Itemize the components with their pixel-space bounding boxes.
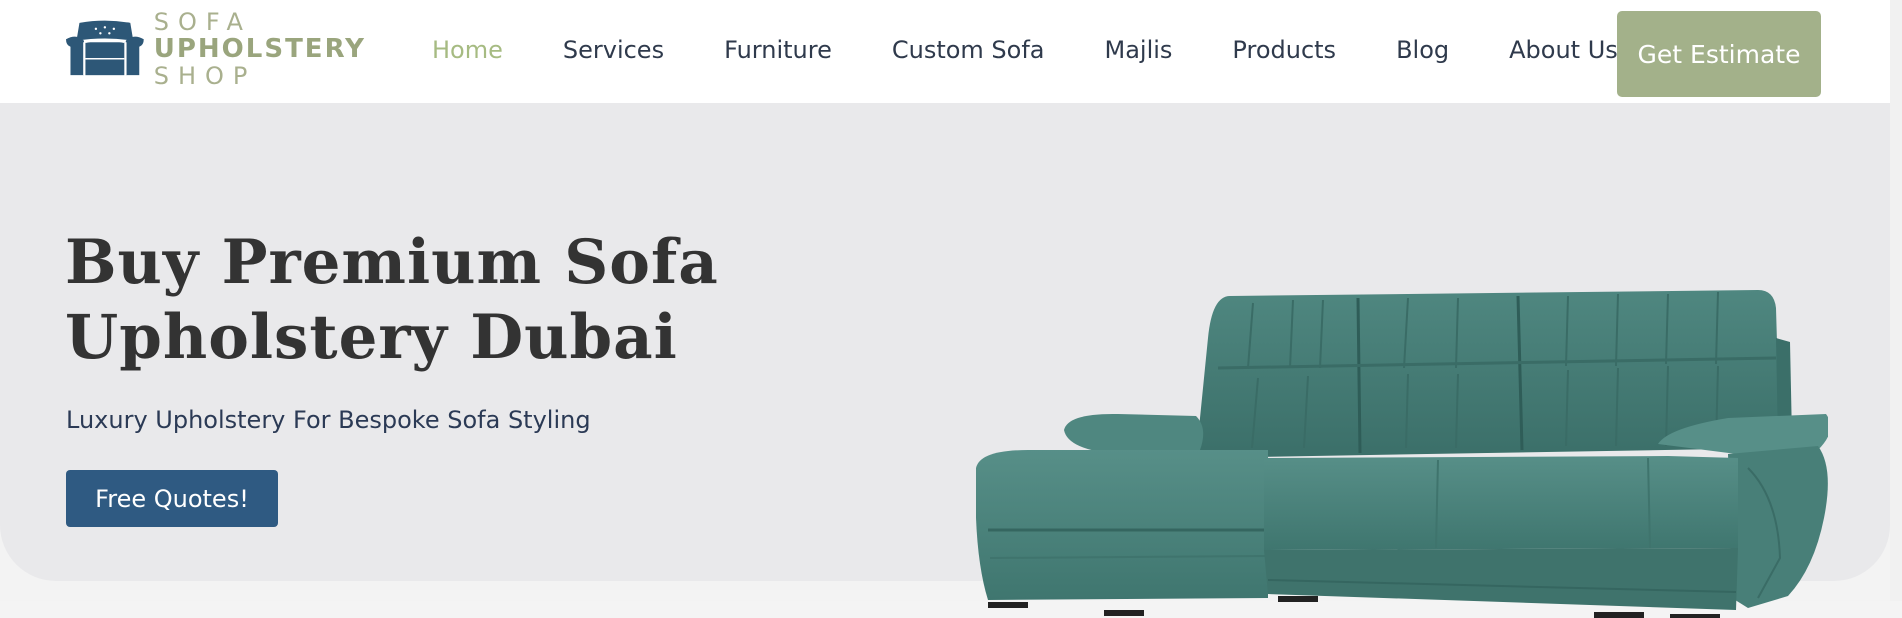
hero-subtitle: Luxury Upholstery For Bespoke Sofa Styli…	[66, 406, 591, 434]
page-scrollbar[interactable]	[1890, 0, 1902, 601]
armchair-icon	[66, 20, 144, 76]
hero-title-line-2: Upholstery Dubai	[65, 302, 678, 373]
get-estimate-button[interactable]: Get Estimate	[1617, 11, 1821, 97]
logo-text-upholstery: UPHOLSTERY	[153, 34, 366, 64]
hero-title: Buy Premium Sofa Upholstery Dubai	[65, 225, 765, 375]
sectional-sofa-image	[976, 290, 1828, 618]
nav-link-about-us[interactable]: About Us	[1509, 36, 1618, 64]
hero-section: Buy Premium Sofa Upholstery Dubai Luxury…	[0, 103, 1890, 618]
nav-link-majlis[interactable]: Majlis	[1105, 36, 1173, 64]
logo-text-sofa: SOFA	[153, 8, 252, 36]
free-quotes-button[interactable]: Free Quotes!	[66, 470, 278, 527]
site-header: SOFA UPHOLSTERY SHOP Home Services Furni…	[0, 0, 1890, 103]
nav-link-furniture[interactable]: Furniture	[724, 36, 832, 64]
nav-link-custom-sofa[interactable]: Custom Sofa	[892, 36, 1045, 64]
nav-link-services[interactable]: Services	[563, 36, 664, 64]
logo-wordmark: SOFA UPHOLSTERY SHOP	[154, 10, 366, 88]
hero-title-line-1: Buy Premium Sofa	[65, 227, 719, 298]
main-nav: Home Services Furniture Custom Sofa Majl…	[432, 30, 1618, 70]
nav-link-products[interactable]: Products	[1232, 36, 1336, 64]
page: SOFA UPHOLSTERY SHOP Home Services Furni…	[0, 0, 1890, 618]
logo-text-shop: SHOP	[153, 62, 257, 90]
site-logo[interactable]: SOFA UPHOLSTERY SHOP	[66, 10, 366, 88]
nav-link-home[interactable]: Home	[432, 36, 503, 64]
nav-link-blog[interactable]: Blog	[1396, 36, 1449, 64]
